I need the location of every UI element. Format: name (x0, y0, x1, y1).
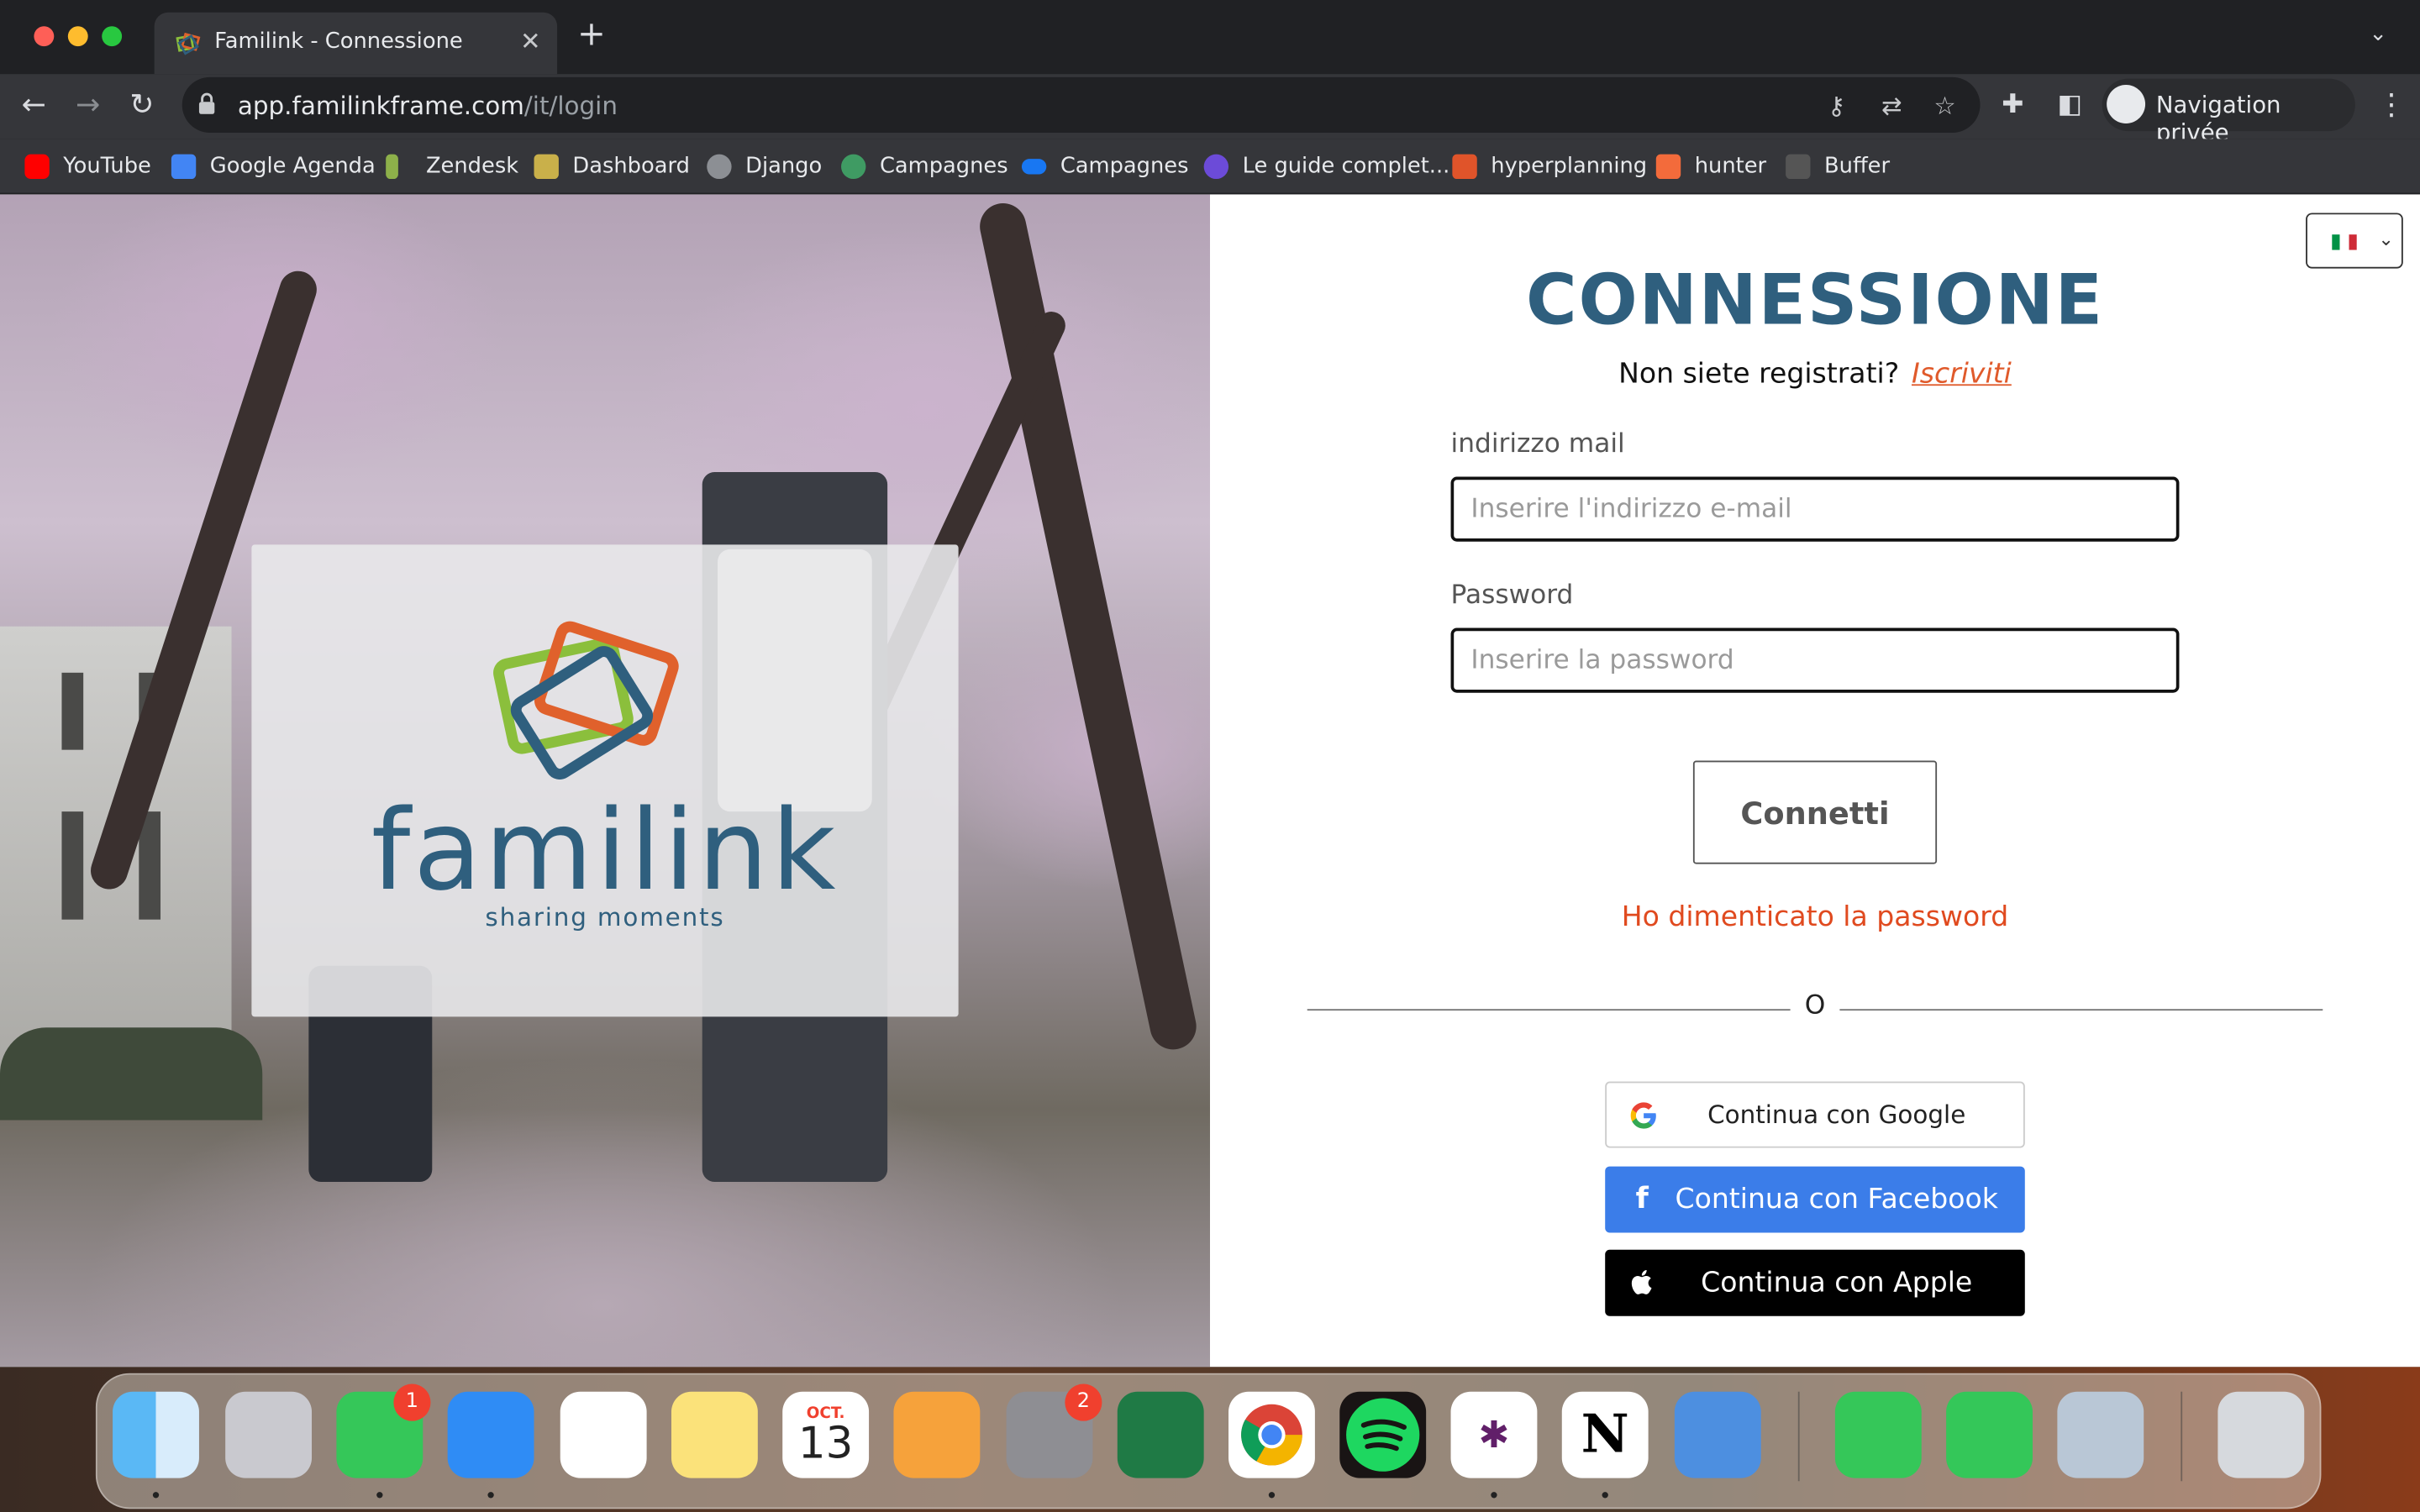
reload-icon[interactable]: ↻ (129, 88, 154, 122)
apple-login-button[interactable]: Continua con Apple (1605, 1249, 2025, 1316)
hunter-icon (1655, 154, 1681, 180)
apple-icon (1631, 1270, 1652, 1294)
photos-app-icon[interactable] (560, 1391, 647, 1478)
logo-tagline: sharing moments (485, 902, 725, 932)
globe-icon (707, 154, 732, 180)
youtube-icon (24, 154, 50, 180)
numbers-app-icon[interactable] (1946, 1391, 2033, 1478)
tab-search-chevron-icon[interactable]: ⌄ (2369, 22, 2387, 46)
key-icon[interactable]: ⚷ (1828, 91, 1846, 120)
bookmark-hunter[interactable]: hunter (1655, 151, 1766, 182)
spotify-icon (1346, 1398, 1420, 1472)
bookmark-google-agenda[interactable]: Google Agenda (171, 151, 376, 182)
logo-wordmark: familink (371, 785, 839, 916)
back-arrow-icon[interactable]: ← (22, 88, 46, 122)
notion-app-icon[interactable]: N (1561, 1391, 1649, 1478)
familink-logo-card: familink sharing moments (251, 544, 959, 1017)
settings-badge: 2 (1065, 1383, 1102, 1421)
incognito-profile-button[interactable]: Navigation privée (2102, 78, 2355, 146)
tab-close-icon[interactable]: ✕ (520, 26, 541, 55)
google-calendar-icon (171, 154, 197, 180)
side-panel-icon[interactable]: ◧ (2057, 88, 2082, 122)
bookmark-youtube[interactable]: YouTube (24, 151, 151, 182)
url-text: app.familinkframe.com/it/login (237, 91, 618, 121)
login-page: familink sharing moments ⌄ CONNESSIONE N… (0, 194, 2420, 1368)
bookmark-dashboard[interactable]: Dashboard (534, 151, 690, 182)
divider-left (1307, 1009, 1791, 1011)
zendesk-icon (386, 154, 398, 180)
slack-app-icon[interactable]: ✱ (1450, 1391, 1538, 1478)
familink-logo-icon (493, 621, 679, 780)
facebook-login-button[interactable]: f Continua con Facebook (1605, 1166, 2025, 1233)
preview-app-icon[interactable] (2057, 1391, 2144, 1478)
password-field[interactable] (1450, 627, 2180, 693)
bookmark-buffer[interactable]: Buffer (1786, 151, 1890, 182)
campagnes-b-icon (841, 154, 866, 180)
register-prompt: Non siete registrati? Iscriviti (1618, 358, 2012, 391)
browser-toolbar: ← → ↻ app.familinkframe.com/it/login ⚷ ⇄… (0, 74, 2420, 146)
address-bar[interactable]: app.familinkframe.com/it/login ⚷ ⇄ ☆ (182, 76, 1981, 133)
hero-photo: familink sharing moments (0, 194, 1211, 1368)
password-label: Password (1450, 580, 1574, 612)
bookmark-star-icon[interactable]: ☆ (1933, 91, 1955, 120)
meta-icon (1021, 159, 1047, 175)
zoom-window-button[interactable] (102, 26, 123, 47)
italy-flag-icon (2332, 234, 2357, 250)
translate-icon[interactable]: ⇄ (1881, 91, 1902, 120)
close-window-button[interactable] (34, 26, 55, 47)
mail-app-icon[interactable] (447, 1391, 534, 1478)
bookmark-zendesk[interactable]: Zendesk (386, 151, 518, 182)
network-utility-app-icon[interactable] (1674, 1391, 1761, 1478)
bookmark-hyperplanning[interactable]: hyperplanning (1452, 151, 1647, 182)
trash-app-icon[interactable] (2217, 1391, 2305, 1478)
chevron-down-icon: ⌄ (2378, 228, 2394, 250)
canva-icon (1203, 154, 1229, 180)
page-title: CONNESSIONE (1526, 259, 2104, 341)
chrome-app-icon[interactable] (1228, 1391, 1315, 1478)
facetime-app-icon[interactable] (1834, 1391, 1922, 1478)
buffer-icon (1786, 154, 1811, 180)
bookmark-le-guide[interactable]: Le guide complet... (1203, 151, 1449, 182)
or-separator: O (1804, 990, 1826, 1021)
chrome-icon (1241, 1404, 1302, 1466)
facebook-icon: f (1635, 1181, 1649, 1216)
finder-app-icon[interactable] (113, 1391, 199, 1478)
extensions-puzzle-icon[interactable]: ✚ (2002, 88, 2023, 122)
tab-bar: Familink - Connessione ✕ + ⌄ (0, 0, 2420, 75)
connect-button[interactable]: Connetti (1692, 760, 1938, 864)
register-link[interactable]: Iscriviti (1912, 358, 2012, 391)
spotify-app-icon[interactable] (1339, 1391, 1427, 1478)
forward-arrow-icon[interactable]: → (76, 88, 100, 122)
hyperplanning-icon (1452, 154, 1477, 180)
email-field[interactable] (1450, 476, 2180, 542)
new-tab-icon[interactable]: + (577, 18, 606, 52)
active-tab[interactable]: Familink - Connessione ✕ (154, 12, 558, 75)
incognito-icon (2107, 85, 2146, 123)
tab-title: Familink - Connessione (214, 29, 463, 55)
bookmark-django[interactable]: Django (707, 151, 822, 182)
divider-right (1839, 1009, 2323, 1011)
lock-icon (198, 92, 215, 114)
bookmarks-bar: YouTube Google Agenda Zendesk Dashboard … (0, 139, 2420, 195)
familink-favicon-icon (176, 32, 201, 55)
messages-badge: 1 (393, 1383, 431, 1421)
notes-app-icon[interactable] (671, 1391, 758, 1478)
pages-app-icon[interactable] (893, 1391, 981, 1478)
dashboard-icon (534, 154, 559, 180)
bookmark-campagnes-1[interactable]: Campagnes (841, 151, 1008, 182)
google-icon (1630, 1102, 1656, 1129)
launchpad-app-icon[interactable] (225, 1391, 313, 1478)
menu-kebab-icon[interactable]: ⋮ (2377, 88, 2407, 122)
excel-app-icon[interactable] (1117, 1391, 1204, 1478)
google-login-button[interactable]: Continua con Google (1605, 1081, 2025, 1148)
forgot-password-link[interactable]: Ho dimenticato la password (1210, 901, 2420, 934)
calendar-app-icon[interactable]: OCT. 13 (782, 1391, 870, 1478)
bookmark-campagnes-2[interactable]: Campagnes (1021, 151, 1189, 182)
email-label: indirizzo mail (1450, 428, 1625, 460)
minimize-window-button[interactable] (67, 26, 88, 47)
